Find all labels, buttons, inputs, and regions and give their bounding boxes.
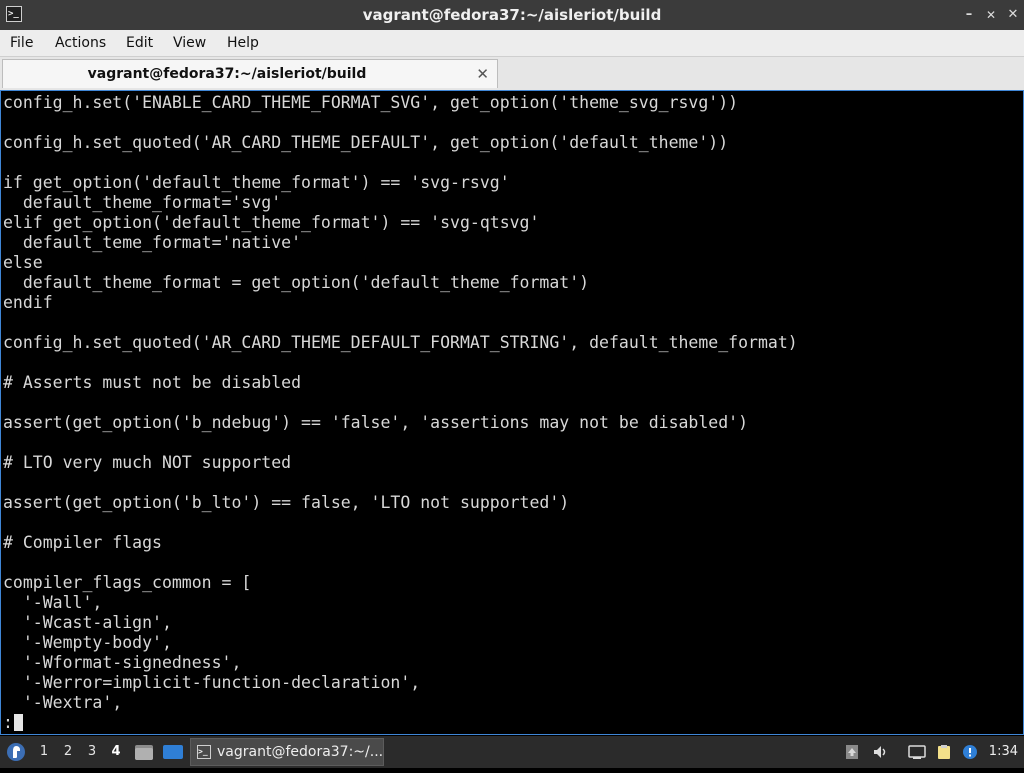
terminal-line: '-Wextra', (3, 693, 123, 712)
terminal-line: config_h.set_quoted('AR_CARD_THEME_DEFAU… (3, 133, 729, 152)
terminal-line: '-Wformat-signedness', (3, 653, 242, 672)
workspace-4[interactable]: 4 (108, 736, 124, 768)
terminal-line: default_theme_format='svg' (3, 193, 282, 212)
window-title: vagrant@fedora37:~/aisleriot/build (362, 6, 662, 24)
terminal-line: if get_option('default_theme_format') ==… (3, 173, 510, 192)
menu-edit[interactable]: Edit (126, 30, 153, 56)
task-label: vagrant@fedora37:~/... (217, 744, 384, 760)
fedora-logo-icon (7, 743, 25, 761)
workspace-1[interactable]: 1 (36, 736, 52, 768)
terminal-line: '-Wall', (3, 593, 103, 612)
terminal-line: elif get_option('default_theme_format') … (3, 213, 540, 232)
terminal-line: default_teme_format='native' (3, 233, 302, 252)
tab-close-icon[interactable]: ✕ (476, 60, 489, 89)
terminal-line: # Asserts must not be disabled (3, 373, 302, 392)
minimize-button[interactable]: – (958, 0, 980, 30)
terminal-view[interactable]: config_h.set('ENABLE_CARD_THEME_FORMAT_S… (0, 90, 1024, 735)
menubar: File Actions Edit View Help (0, 30, 1024, 57)
desktop-icon (163, 745, 183, 759)
start-menu-button[interactable] (6, 736, 26, 768)
clock[interactable]: 1:34 (989, 736, 1018, 768)
window-titlebar[interactable]: >_ vagrant@fedora37:~/aisleriot/build – … (0, 0, 1024, 30)
terminal-line: config_h.set_quoted('AR_CARD_THEME_DEFAU… (3, 333, 798, 352)
terminal-line: '-Wempty-body', (3, 633, 172, 652)
restore-icon: ✕ (985, 8, 997, 22)
file-manager-launcher[interactable] (134, 736, 154, 768)
tab-bar: vagrant@fedora37:~/aisleriot/build ✕ (0, 57, 1024, 90)
clipboard-icon[interactable] (936, 744, 952, 760)
terminal-icon: >_ (197, 745, 211, 759)
volume-icon[interactable] (872, 744, 888, 760)
terminal-line: default_theme_format = get_option('defau… (3, 273, 590, 292)
workspace-2[interactable]: 2 (60, 736, 76, 768)
network-icon[interactable] (908, 744, 926, 760)
maximize-button[interactable]: ✕ (980, 0, 1002, 30)
terminal-line: compiler_flags_common = [ (3, 573, 252, 592)
menu-actions[interactable]: Actions (55, 30, 106, 56)
close-button[interactable]: ✕ (1002, 0, 1024, 30)
text-cursor (13, 714, 23, 731)
taskbar: 1 2 3 4 >_ vagrant@fedora37:~/... 1:34 (0, 736, 1024, 768)
terminal-line: endif (3, 293, 53, 312)
menu-file[interactable]: File (10, 30, 33, 56)
terminal-tab[interactable]: vagrant@fedora37:~/aisleriot/build ✕ (2, 59, 498, 88)
terminal-line: '-Wcast-align', (3, 613, 172, 632)
terminal-line: '-Werror=implicit-function-declaration', (3, 673, 421, 692)
taskbar-terminal-button[interactable]: >_ vagrant@fedora37:~/... (190, 738, 384, 766)
terminal-line: assert(get_option('b_lto') == false, 'LT… (3, 493, 570, 512)
notification-icon[interactable] (962, 744, 978, 760)
tab-label: vagrant@fedora37:~/aisleriot/build (87, 66, 367, 82)
pager-prompt: : (3, 713, 13, 732)
terminal-line: # Compiler flags (3, 533, 162, 552)
pager-prompt-line[interactable]: : (3, 713, 798, 733)
terminal-line: else (3, 253, 43, 272)
menu-view[interactable]: View (173, 30, 206, 56)
workspace-3[interactable]: 3 (84, 736, 100, 768)
terminal-output: config_h.set('ENABLE_CARD_THEME_FORMAT_S… (3, 93, 798, 733)
terminal-line: assert(get_option('b_ndebug') == 'false'… (3, 413, 749, 432)
update-icon[interactable] (844, 744, 860, 760)
terminal-line: config_h.set('ENABLE_CARD_THEME_FORMAT_S… (3, 93, 739, 112)
menu-help[interactable]: Help (227, 30, 259, 56)
terminal-line: # LTO very much NOT supported (3, 453, 292, 472)
show-desktop-button[interactable] (162, 736, 184, 768)
folder-icon (135, 745, 153, 760)
